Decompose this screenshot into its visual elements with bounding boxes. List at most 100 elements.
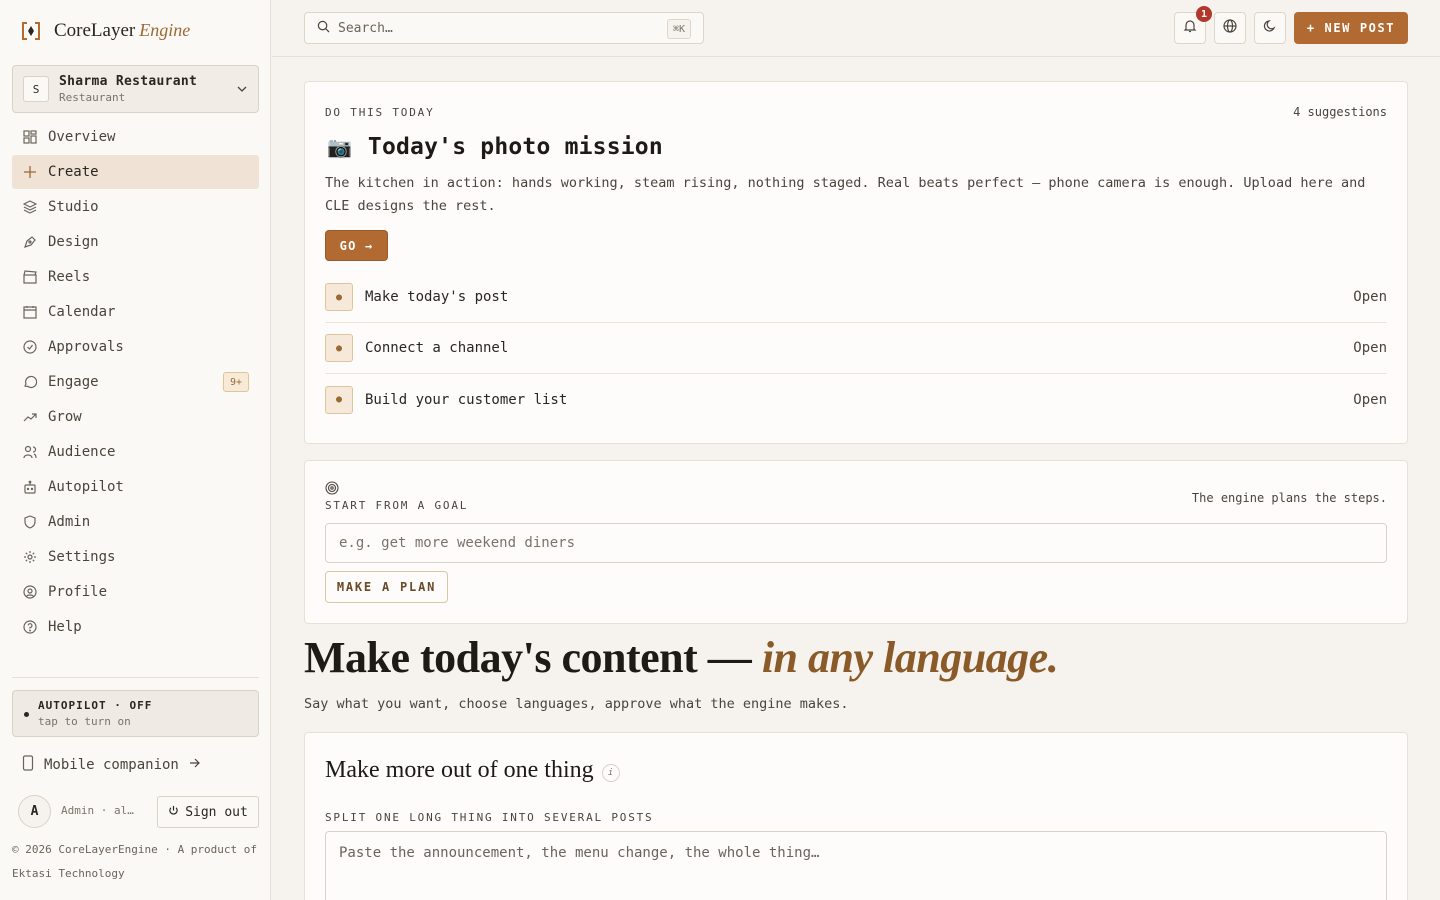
task-row[interactable]: ● Build your customer list Open: [325, 374, 1387, 425]
sidebar-item-label: Calendar: [48, 304, 116, 320]
bullet-icon: ●: [325, 385, 353, 414]
sidebar-item-label: Create: [48, 164, 99, 180]
shield-icon: [22, 514, 38, 530]
sidebar-item-create[interactable]: Create: [12, 155, 259, 189]
sidebar: CoreLayer Engine S Sharma Restaurant Rest…: [0, 0, 271, 900]
make-plan-button[interactable]: MAKE A PLAN: [325, 571, 448, 603]
task-row[interactable]: ● Make today's post Open: [325, 272, 1387, 323]
sidebar-item-label: Overview: [48, 129, 116, 145]
brand[interactable]: CoreLayer Engine: [20, 20, 190, 42]
moon-icon: [1263, 19, 1277, 37]
sidebar-item-studio[interactable]: Studio: [12, 190, 259, 224]
sign-out-label: Sign out: [185, 804, 248, 820]
sidebar-item-help[interactable]: Help: [12, 610, 259, 644]
check-circle-icon: [22, 339, 38, 355]
sidebar-item-overview[interactable]: Overview: [12, 120, 259, 154]
brand-name: CoreLayer: [54, 20, 136, 41]
goal-input[interactable]: [325, 523, 1387, 563]
sidebar-item-label: Help: [48, 619, 82, 635]
notification-count-badge: 1: [1196, 6, 1212, 22]
hero-heading: Make today's content — in any language.: [304, 632, 1059, 683]
mission-title: Today's photo mission: [367, 134, 663, 160]
sidebar-item-engage[interactable]: Engage 9+: [12, 365, 259, 399]
engage-count-badge: 9+: [222, 372, 249, 392]
sidebar-item-reels[interactable]: Reels: [12, 260, 259, 294]
split-textarea[interactable]: [325, 831, 1387, 900]
phone-icon: [22, 755, 34, 775]
plus-icon: [22, 164, 38, 180]
sidebar-item-audience[interactable]: Audience: [12, 435, 259, 469]
task-label: Connect a channel: [365, 340, 509, 356]
business-type: Restaurant: [59, 91, 126, 104]
sidebar-item-calendar[interactable]: Calendar: [12, 295, 259, 329]
go-button[interactable]: GO →: [325, 230, 388, 261]
sidebar-item-label: Admin: [48, 514, 91, 530]
task-row[interactable]: ● Connect a channel Open: [325, 323, 1387, 374]
sidebar-item-admin[interactable]: Admin: [12, 505, 259, 539]
gear-icon: [22, 549, 38, 565]
trending-up-icon: [22, 409, 38, 425]
mission-description: The kitchen in action: hands working, st…: [325, 175, 1366, 214]
split-eyebrow: SPLIT ONE LONG THING INTO SEVERAL POSTS: [325, 811, 654, 824]
split-title: Make more out of one thing: [325, 757, 594, 783]
autopilot-status: AUTOPILOT · OFF: [38, 699, 153, 712]
camera-icon: 📷: [327, 135, 352, 159]
users-icon: [22, 444, 38, 460]
sidebar-item-label: Design: [48, 234, 99, 250]
brand-sub: Engine: [139, 20, 191, 40]
power-icon: [168, 805, 179, 820]
sidebar-item-label: Autopilot: [48, 479, 124, 495]
sidebar-item-label: Settings: [48, 549, 116, 565]
sidebar-item-label: Profile: [48, 584, 108, 600]
sidebar-item-label: Reels: [48, 269, 91, 285]
sidebar-item-settings[interactable]: Settings: [12, 540, 259, 574]
task-label: Make today's post: [365, 289, 509, 305]
sidebar-nav: Overview Create Studio Design Reels Cale…: [12, 120, 259, 645]
photo-mission-card: DO THIS TODAY 4 suggestions 📷 Today's ph…: [304, 81, 1408, 444]
avatar[interactable]: A: [18, 795, 51, 828]
theme-toggle-button[interactable]: [1254, 12, 1286, 44]
calendar-icon: [22, 304, 38, 320]
task-open-link[interactable]: Open: [1353, 392, 1387, 408]
layers-icon: [22, 199, 38, 215]
mission-eyebrow: DO THIS TODAY: [325, 106, 435, 119]
business-name: Sharma Restaurant: [59, 74, 198, 89]
sidebar-item-approvals[interactable]: Approvals: [12, 330, 259, 364]
sidebar-item-label: Approvals: [48, 339, 124, 355]
info-icon[interactable]: i: [601, 763, 620, 782]
autopilot-hint: tap to turn on: [38, 715, 131, 728]
target-icon: [325, 481, 339, 499]
mobile-companion-label: Mobile companion: [44, 757, 179, 773]
business-avatar: S: [23, 76, 49, 102]
search-shortcut: ⌘K: [666, 19, 691, 39]
search-box[interactable]: Search… ⌘K: [304, 12, 704, 44]
pen-tool-icon: [22, 234, 38, 250]
suggestions-count: 4 suggestions: [1293, 105, 1387, 119]
language-button[interactable]: [1214, 12, 1246, 44]
business-switcher[interactable]: S Sharma Restaurant Restaurant: [12, 65, 259, 113]
new-post-button[interactable]: + NEW POST: [1294, 12, 1408, 44]
task-open-link[interactable]: Open: [1353, 340, 1387, 356]
task-open-link[interactable]: Open: [1353, 289, 1387, 305]
clapperboard-icon: [22, 269, 38, 285]
sidebar-item-autopilot[interactable]: Autopilot: [12, 470, 259, 504]
notifications-button[interactable]: 1: [1174, 6, 1212, 44]
task-label: Build your customer list: [365, 391, 568, 408]
user-name: Admin · al…: [61, 804, 134, 817]
brand-logo-icon: [20, 20, 42, 42]
goal-note: The engine plans the steps.: [1191, 491, 1387, 505]
hero-accent: in any language.: [761, 633, 1059, 682]
sidebar-item-profile[interactable]: Profile: [12, 575, 259, 609]
autopilot-toggle[interactable]: AUTOPILOT · OFF tap to turn on: [12, 690, 259, 737]
sidebar-item-design[interactable]: Design: [12, 225, 259, 259]
arrow-right-icon: [189, 757, 201, 773]
hero-main: Make today's content —: [304, 633, 762, 682]
sign-out-button[interactable]: Sign out: [157, 796, 259, 828]
mobile-companion-link[interactable]: Mobile companion: [22, 755, 201, 775]
sidebar-item-grow[interactable]: Grow: [12, 400, 259, 434]
split-content-card: Make more out of one thing i SPLIT ONE L…: [304, 732, 1408, 900]
sidebar-item-label: Studio: [48, 199, 99, 215]
top-bar: Search… ⌘K 1 + NEW POST: [272, 0, 1440, 57]
status-dot-icon: [24, 712, 29, 717]
sidebar-divider: [12, 677, 259, 678]
